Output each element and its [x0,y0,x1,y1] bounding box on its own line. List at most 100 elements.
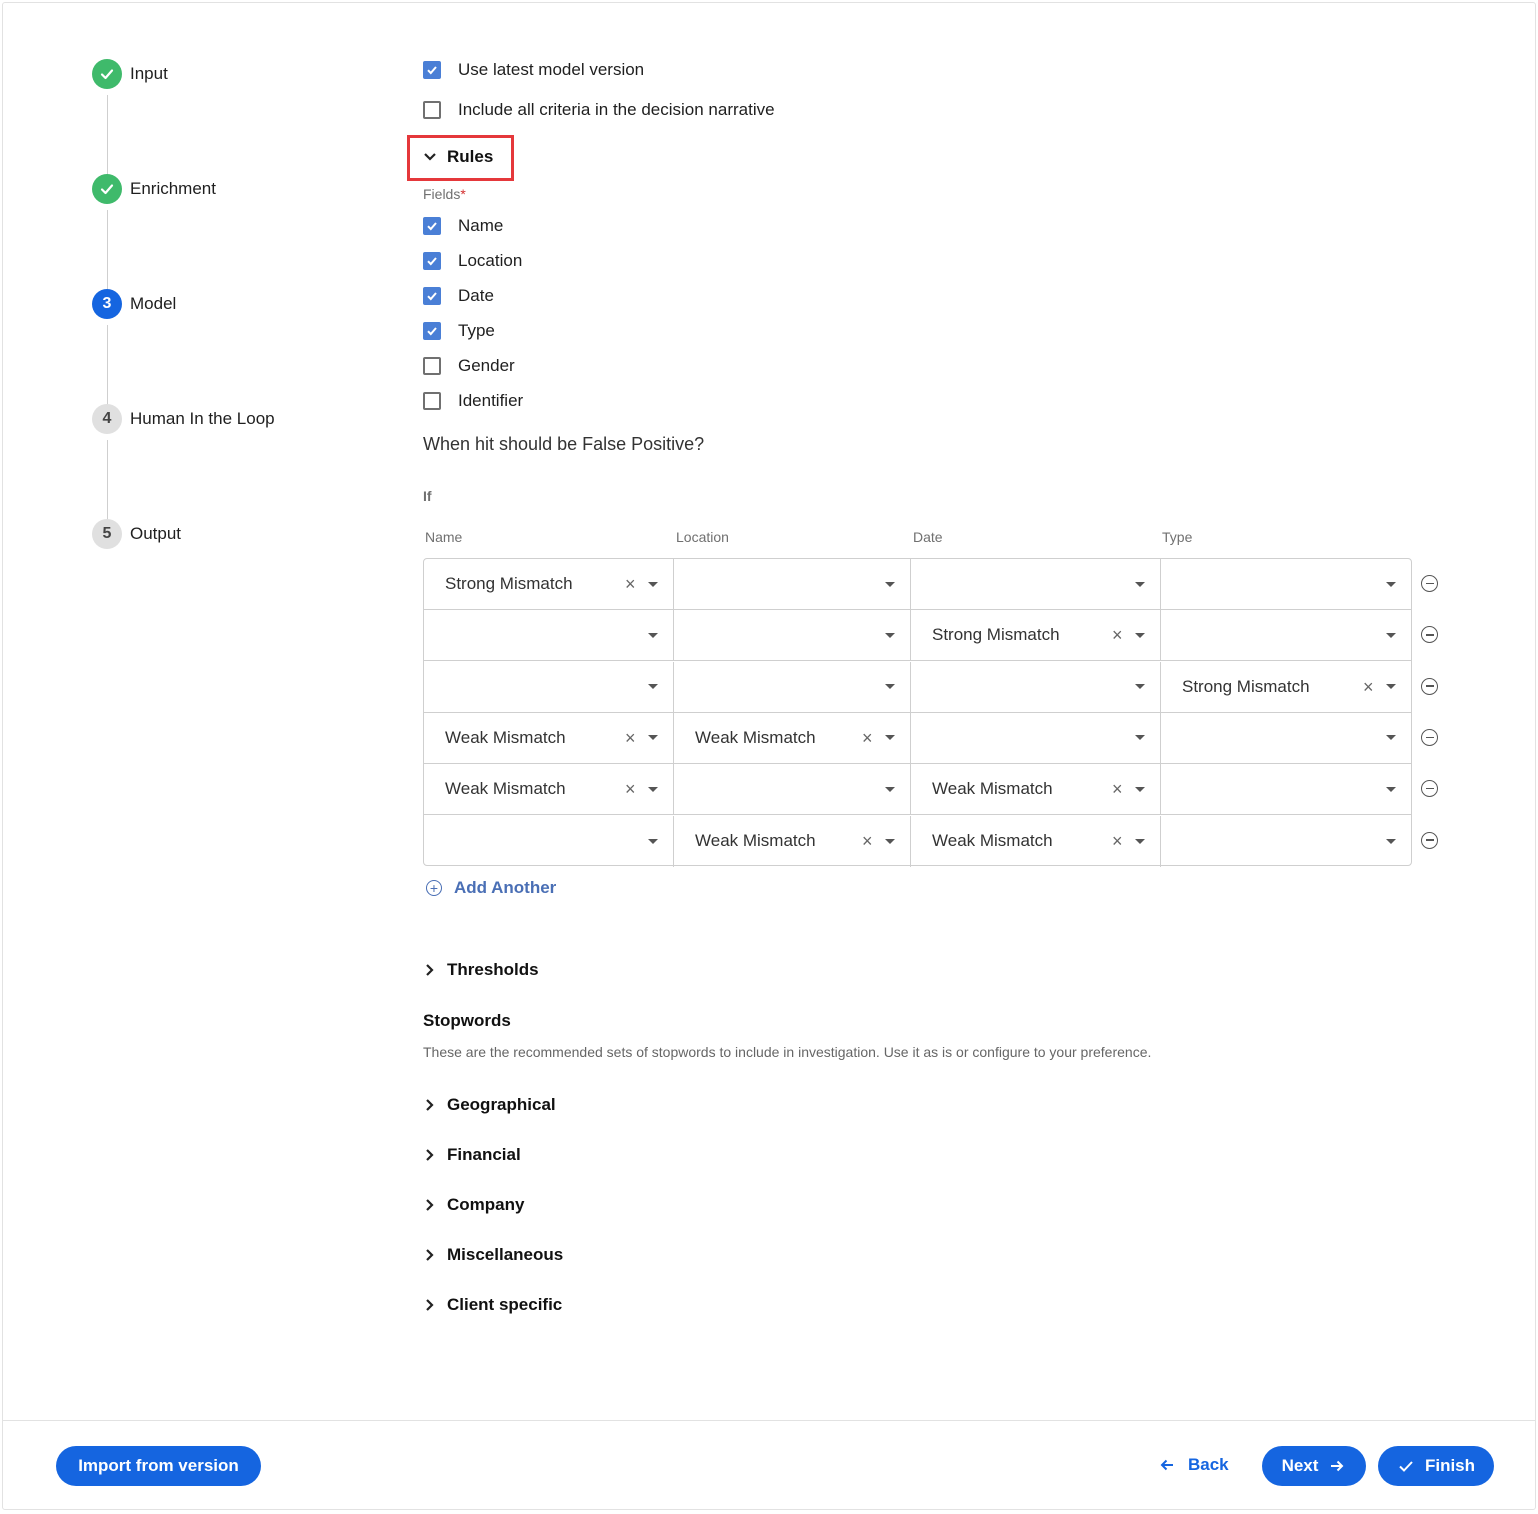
rule-select-type[interactable] [1161,610,1412,662]
clear-icon[interactable]: × [1112,626,1123,644]
field-type[interactable]: Type [423,319,495,343]
rule-select-date[interactable]: Strong Mismatch × [911,610,1161,662]
rule-select-name[interactable] [424,815,674,867]
stopwords-group-miscellaneous[interactable]: Miscellaneous [423,1245,563,1265]
field-checkbox[interactable] [423,322,441,340]
clear-icon[interactable]: × [625,780,636,798]
rules-toggle[interactable]: Rules [423,147,493,167]
use-latest-option[interactable]: Use latest model version [423,58,644,82]
remove-row-icon[interactable] [1421,728,1438,746]
dropdown-caret-icon[interactable] [1135,684,1145,690]
use-latest-label: Use latest model version [458,60,645,79]
dropdown-caret-icon[interactable] [885,581,895,587]
rule-select-type[interactable] [1161,816,1412,867]
rule-select-location[interactable]: Weak Mismatch × [674,712,911,764]
field-date[interactable]: Date [423,284,494,308]
rule-select-name[interactable]: Weak Mismatch × [424,712,674,764]
include-all-option[interactable]: Include all criteria in the decision nar… [423,98,775,122]
rule-select-type[interactable]: Strong Mismatch × [1161,662,1412,713]
rule-select-name[interactable]: Weak Mismatch × [424,764,674,816]
rule-select-location[interactable] [674,559,911,610]
clear-icon[interactable]: × [1363,678,1374,696]
remove-row-icon[interactable] [1421,575,1438,592]
clear-icon[interactable]: × [862,832,873,850]
dropdown-caret-icon[interactable] [1135,632,1145,638]
rule-select-location[interactable] [674,610,911,662]
dropdown-caret-icon[interactable] [1386,684,1396,690]
rule-select-date[interactable]: Weak Mismatch × [911,815,1161,867]
finish-button[interactable]: Finish [1378,1446,1494,1486]
if-label: If [423,488,432,504]
field-checkbox[interactable] [423,252,441,270]
field-name[interactable]: Name [423,214,503,238]
rule-select-name[interactable] [424,610,674,662]
dropdown-caret-icon[interactable] [1386,786,1396,792]
field-checkbox[interactable] [423,392,441,410]
include-all-checkbox[interactable] [423,101,441,119]
dropdown-caret-icon[interactable] [1386,838,1396,844]
field-label: Identifier [458,391,524,410]
dropdown-caret-icon[interactable] [885,786,895,792]
step-model[interactable]: 3 Model [92,288,176,320]
clear-icon[interactable]: × [1112,832,1123,850]
thresholds-toggle[interactable]: Thresholds [423,960,539,980]
rule-select-type[interactable] [1161,713,1412,764]
rule-select-type[interactable] [1161,559,1412,610]
clear-icon[interactable]: × [862,729,873,747]
rule-select-value: Weak Mismatch [445,727,566,747]
remove-row-icon[interactable] [1421,677,1438,695]
dropdown-caret-icon[interactable] [1386,632,1396,638]
clear-icon[interactable]: × [625,575,636,593]
remove-row-icon[interactable] [1421,831,1438,849]
add-another-button[interactable]: + Add Another [426,878,556,898]
dropdown-caret-icon[interactable] [885,838,895,844]
clear-icon[interactable]: × [1112,780,1123,798]
dropdown-caret-icon[interactable] [1135,581,1145,587]
rule-select-location[interactable] [674,764,911,816]
rule-select-date[interactable]: Weak Mismatch × [911,764,1161,816]
stopwords-group-company[interactable]: Company [423,1195,524,1215]
rule-select-name[interactable] [424,661,674,713]
rule-select-date[interactable] [911,712,1161,764]
back-button[interactable]: Back [1158,1455,1229,1475]
dropdown-caret-icon[interactable] [1135,786,1145,792]
dropdown-caret-icon[interactable] [1135,838,1145,844]
dropdown-caret-icon[interactable] [648,838,658,844]
dropdown-caret-icon[interactable] [885,684,895,690]
rule-select-location[interactable] [674,661,911,713]
dropdown-caret-icon[interactable] [1386,735,1396,741]
rule-select-value: Weak Mismatch [932,779,1053,799]
step-input[interactable]: Input [92,58,168,90]
field-checkbox[interactable] [423,217,441,235]
rule-select-date[interactable] [911,661,1161,713]
next-button[interactable]: Next [1262,1446,1366,1486]
import-from-version-button[interactable]: Import from version [56,1446,261,1486]
stopwords-group-financial[interactable]: Financial [423,1145,521,1165]
stopwords-group-geographical[interactable]: Geographical [423,1095,556,1115]
dropdown-caret-icon[interactable] [648,632,658,638]
field-identifier[interactable]: Identifier [423,389,523,413]
field-gender[interactable]: Gender [423,354,515,378]
dropdown-caret-icon[interactable] [648,786,658,792]
dropdown-caret-icon[interactable] [885,632,895,638]
step-output[interactable]: 5 Output [92,518,181,550]
rule-select-name[interactable]: Strong Mismatch × [424,559,674,610]
dropdown-caret-icon[interactable] [1386,581,1396,587]
use-latest-checkbox[interactable] [423,61,441,79]
step-human-in-the-loop[interactable]: 4 Human In the Loop [92,403,275,435]
dropdown-caret-icon[interactable] [1135,735,1145,741]
field-location[interactable]: Location [423,249,522,273]
dropdown-caret-icon[interactable] [648,581,658,587]
stopwords-group-client-specific[interactable]: Client specific [423,1295,562,1315]
dropdown-caret-icon[interactable] [885,735,895,741]
field-checkbox[interactable] [423,287,441,305]
step-number: 5 [92,519,122,549]
clear-icon[interactable]: × [625,729,636,747]
dropdown-caret-icon[interactable] [648,684,658,690]
rule-select-location[interactable]: Weak Mismatch × [674,815,911,867]
rule-select-type[interactable] [1161,764,1412,816]
dropdown-caret-icon[interactable] [648,735,658,741]
rule-select-date[interactable] [911,559,1161,610]
field-checkbox[interactable] [423,357,441,375]
step-enrichment[interactable]: Enrichment [92,173,216,205]
